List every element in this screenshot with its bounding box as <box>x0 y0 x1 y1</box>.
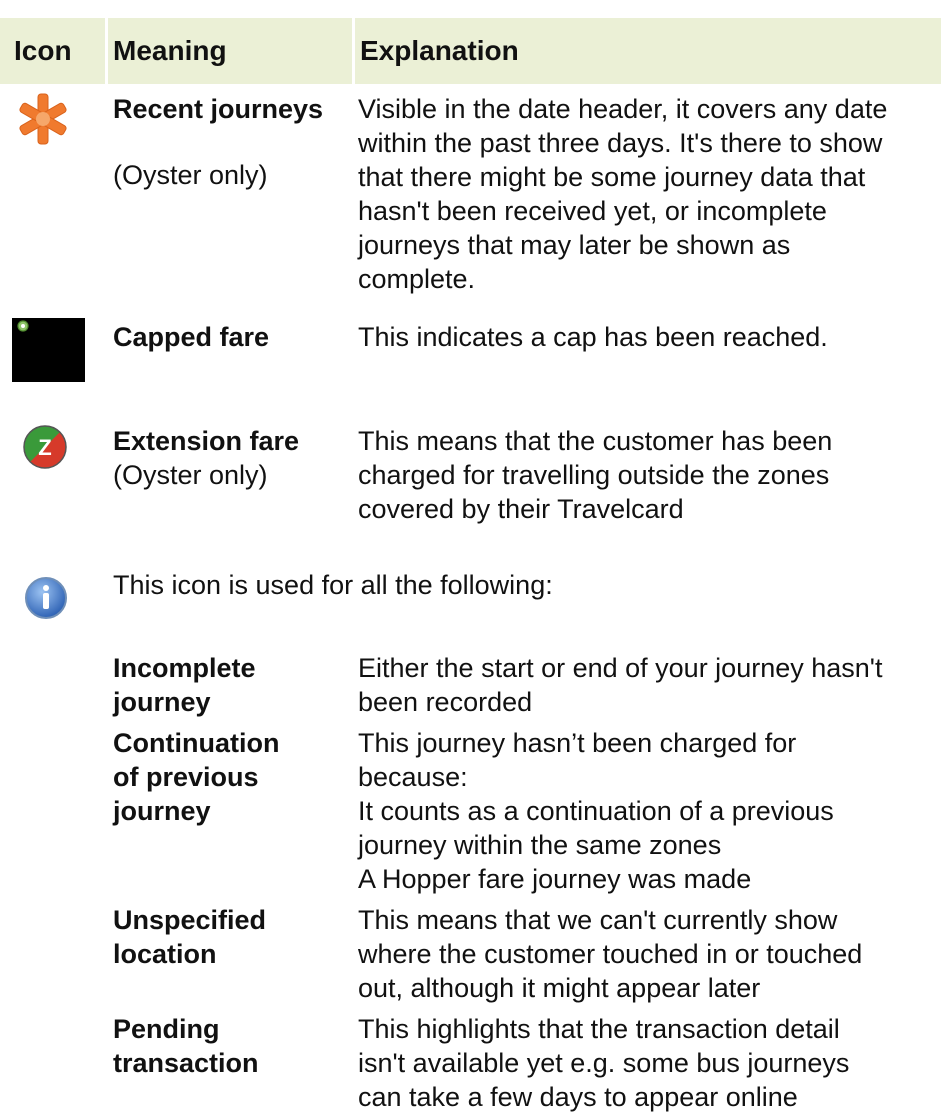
header-meaning: Meaning <box>108 18 352 84</box>
info-icon <box>25 577 67 619</box>
pending-transaction-explanation: This highlights that the transaction det… <box>358 1014 850 1112</box>
header-icon: Icon <box>0 18 105 84</box>
asterisk-icon <box>19 93 67 145</box>
header-explanation: Explanation <box>355 18 941 84</box>
recent-journeys-note: (Oyster only) <box>113 160 268 190</box>
pending-transaction-meaning: Pending transaction <box>113 1014 259 1078</box>
recent-journeys-meaning: Recent journeys <box>113 94 324 124</box>
capped-fare-explanation: This indicates a cap has been reached. <box>358 322 828 352</box>
continuation-meaning: Continuation of previous journey <box>113 728 280 826</box>
incomplete-journey-explanation: Either the start or end of your journey … <box>358 653 883 717</box>
svg-text:Z: Z <box>38 435 51 460</box>
unspecified-location-meaning: Unspecified location <box>113 905 267 969</box>
info-intro: This icon is used for all the following: <box>113 570 553 600</box>
continuation-explanation: This journey hasn’t been charged for bec… <box>358 728 834 894</box>
capped-fare-meaning: Capped fare <box>113 322 270 352</box>
incomplete-journey-meaning: Incomplete journey <box>113 653 256 717</box>
extension-fare-explanation: This means that the customer has been ch… <box>358 426 833 524</box>
extension-fare-meaning: Extension fare <box>113 426 300 456</box>
unspecified-location-explanation: This means that we can't currently show … <box>358 905 863 1003</box>
extension-z-icon: Z <box>23 425 67 469</box>
recent-journeys-explanation: Visible in the date header, it covers an… <box>358 94 888 294</box>
extension-fare-note: (Oyster only) <box>113 460 268 490</box>
capped-fare-icon <box>12 318 85 382</box>
icon-legend-table: Icon Meaning Explanation Recent journeys… <box>0 0 941 1112</box>
